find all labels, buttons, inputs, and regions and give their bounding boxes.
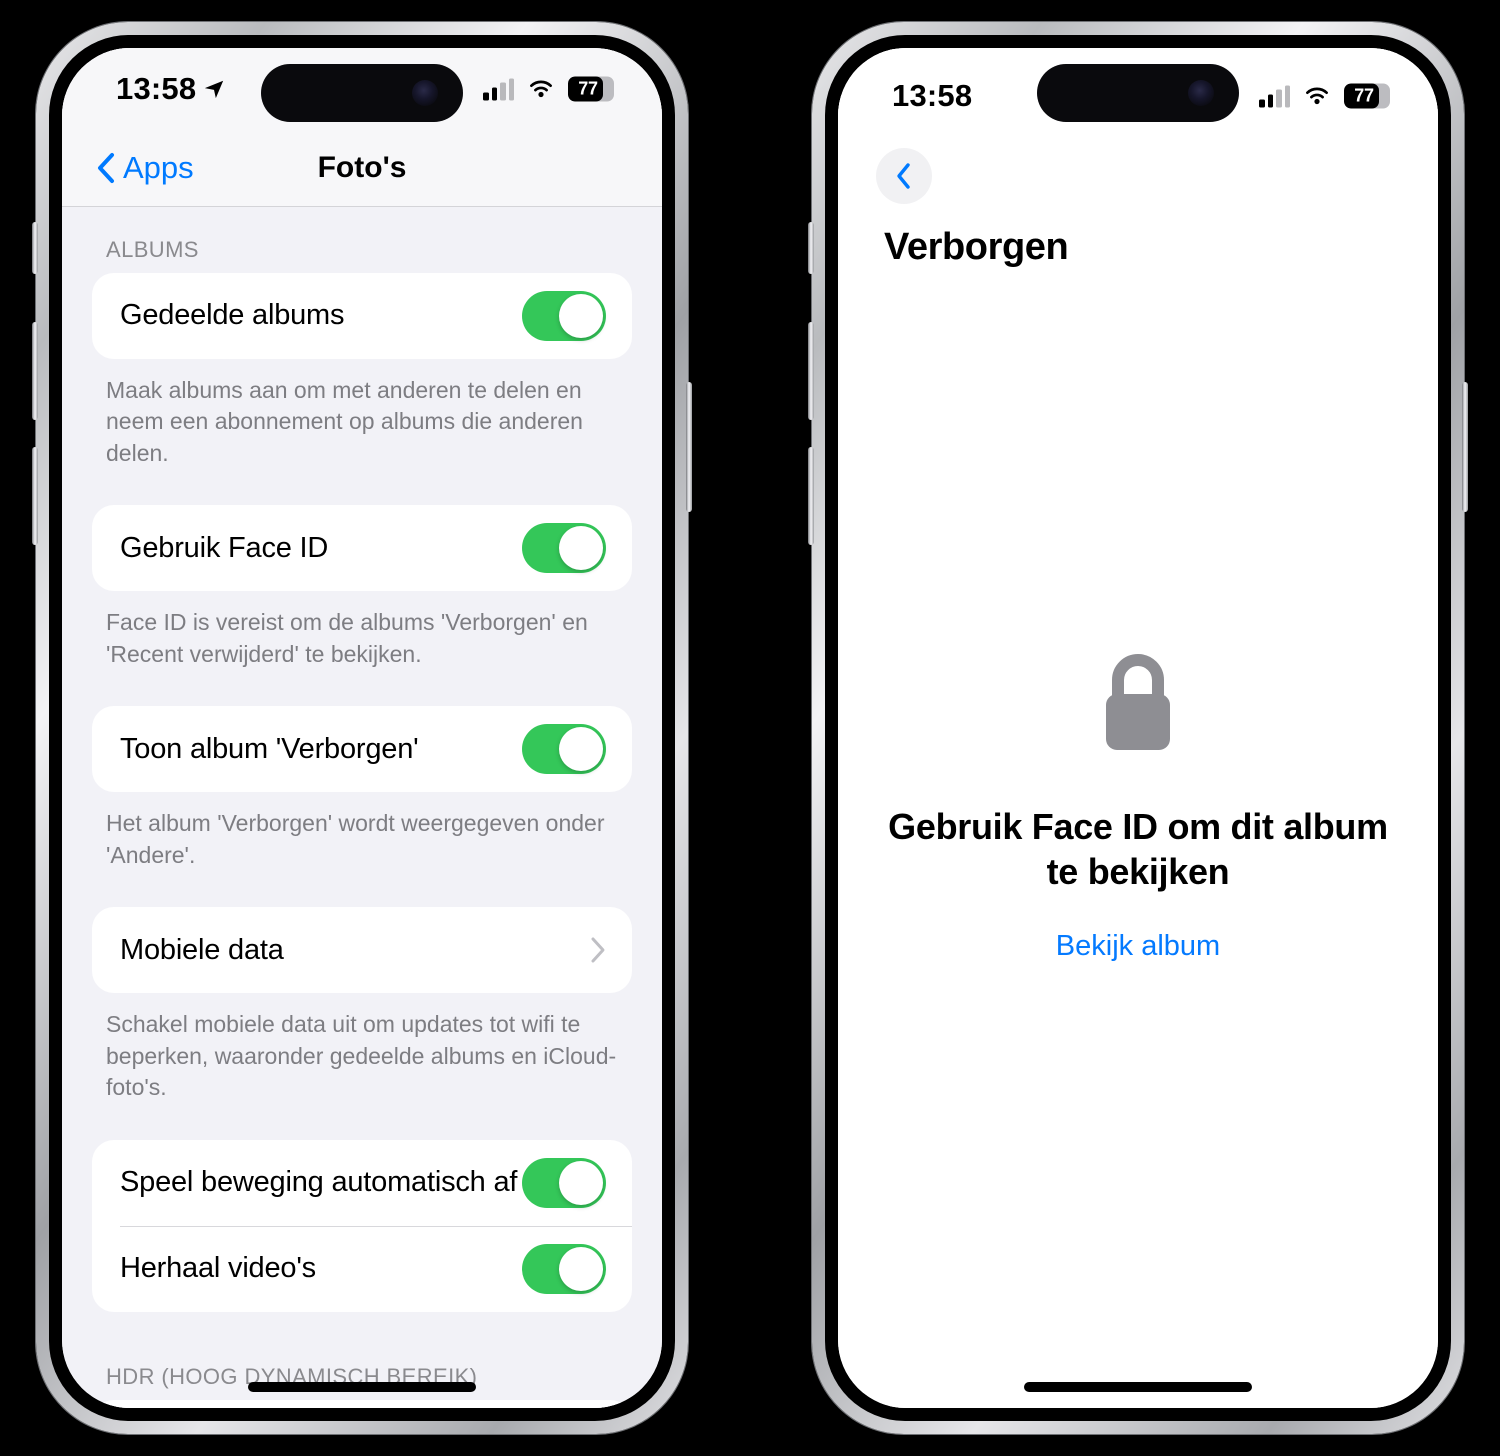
toggle-gedeelde-albums[interactable] xyxy=(522,290,606,341)
power-button[interactable] xyxy=(1462,382,1468,512)
silent-switch[interactable] xyxy=(32,222,38,274)
phone-right-device: 13:58 77 Verborgen Gebruik Face ID om di… xyxy=(808,22,1468,1434)
status-indicators: 77 xyxy=(1259,83,1390,109)
photos-settings-screen: 13:58 77 Apps Foto's ALBUMS Gedeelde alb… xyxy=(62,48,662,1408)
location-arrow-icon xyxy=(205,81,224,99)
row-mobiele-data[interactable]: Mobiele data xyxy=(92,907,632,993)
toggle-herhaal-videos[interactable] xyxy=(522,1243,606,1294)
dynamic-island xyxy=(1037,64,1239,122)
status-time-group: 13:58 xyxy=(892,78,972,114)
row-label: Herhaal video's xyxy=(120,1252,316,1285)
settings-list[interactable]: ALBUMS Gedeelde albums Maak albums aan o… xyxy=(62,207,662,1408)
chevron-right-icon xyxy=(591,937,605,963)
back-button[interactable] xyxy=(876,148,932,204)
status-time: 13:58 xyxy=(892,78,973,113)
toggle-toon-album-verborgen[interactable] xyxy=(522,724,606,775)
silent-switch[interactable] xyxy=(808,222,814,274)
settings-card: Speel beweging automatisch af Herhaal vi… xyxy=(92,1139,632,1312)
volume-up-button[interactable] xyxy=(808,322,814,420)
battery-percent: 77 xyxy=(1354,85,1374,106)
back-label: Apps xyxy=(123,150,194,186)
footnote-mobiele-data: Schakel mobiele data uit om updates tot … xyxy=(106,1011,617,1101)
power-button[interactable] xyxy=(686,382,692,512)
footnote-gedeelde-albums: Maak albums aan om met anderen te delen … xyxy=(106,376,583,466)
chevron-left-icon xyxy=(98,153,114,184)
row-gebruik-face-id[interactable]: Gebruik Face ID xyxy=(92,505,632,591)
phone-right-bezel: 13:58 77 Verborgen Gebruik Face ID om di… xyxy=(825,35,1451,1421)
settings-card: Mobiele data xyxy=(92,907,632,994)
settings-card: Gedeelde albums xyxy=(92,272,632,359)
row-label: Mobiele data xyxy=(120,933,284,966)
hidden-nav-bar xyxy=(838,144,1438,204)
footnote-toon-album-verborgen: Het album 'Verborgen' wordt weergegeven … xyxy=(106,810,605,868)
phone-right-screen: 13:58 77 Verborgen Gebruik Face ID om di… xyxy=(838,48,1438,1408)
row-label: Gedeelde albums xyxy=(120,299,345,332)
row-label: Speel beweging automatisch af xyxy=(120,1166,518,1199)
settings-card: Ervaar volledig HDR xyxy=(92,1399,632,1408)
wifi-icon xyxy=(1306,87,1328,104)
row-toon-album-verborgen[interactable]: Toon album 'Verborgen' xyxy=(92,706,632,792)
phone-left-screen: 13:58 77 Apps Foto's ALBUMS Gedeelde alb… xyxy=(62,48,662,1408)
chevron-left-icon xyxy=(897,163,910,189)
page-title: Foto's xyxy=(317,151,407,185)
dynamic-island xyxy=(261,64,463,122)
status-bar-right: 13:58 77 xyxy=(838,48,1438,144)
toggle-knob xyxy=(559,1160,603,1205)
phone-left-bezel: 13:58 77 Apps Foto's ALBUMS Gedeelde alb… xyxy=(49,35,675,1421)
volume-down-button[interactable] xyxy=(32,447,38,545)
battery-icon: 77 xyxy=(568,76,614,102)
locked-album-content: Gebruik Face ID om dit album te bekijken… xyxy=(838,235,1438,1374)
wifi-icon xyxy=(530,80,552,98)
row-speel-beweging-automatisch-af[interactable]: Speel beweging automatisch af xyxy=(92,1140,632,1226)
view-album-link[interactable]: Bekijk album xyxy=(1056,930,1220,963)
settings-card: Gebruik Face ID xyxy=(92,505,632,592)
toggle-knob xyxy=(559,727,603,772)
toggle-knob xyxy=(559,526,603,571)
status-time-group: 13:58 xyxy=(116,71,225,107)
footnote-gebruik-face-id: Face ID is vereist om de albums 'Verborg… xyxy=(106,609,588,667)
home-indicator[interactable] xyxy=(1024,1382,1252,1392)
row-gedeelde-albums[interactable]: Gedeelde albums xyxy=(92,273,632,359)
toggle-knob xyxy=(559,293,603,338)
status-bar-left: 13:58 77 xyxy=(62,48,662,131)
phone-left-device: 13:58 77 Apps Foto's ALBUMS Gedeelde alb… xyxy=(32,22,692,1434)
cellular-signal-icon xyxy=(483,78,514,101)
settings-card: Toon album 'Verborgen' xyxy=(92,706,632,793)
volume-up-button[interactable] xyxy=(32,322,38,420)
row-label: Toon album 'Verborgen' xyxy=(120,732,419,765)
screenshot-stage: 13:58 77 Apps Foto's ALBUMS Gedeelde alb… xyxy=(0,0,1500,1456)
lock-icon xyxy=(1106,654,1170,750)
locked-album-heading: Gebruik Face ID om dit album te bekijken xyxy=(888,806,1388,892)
cellular-signal-icon xyxy=(1259,85,1290,107)
volume-down-button[interactable] xyxy=(808,447,814,545)
row-label: Gebruik Face ID xyxy=(120,531,329,564)
row-herhaal-videos[interactable]: Herhaal video's xyxy=(92,1225,632,1312)
battery-percent: 77 xyxy=(578,78,598,99)
status-indicators: 77 xyxy=(483,76,614,102)
home-indicator[interactable] xyxy=(248,1382,476,1392)
toggle-gebruik-face-id[interactable] xyxy=(522,523,606,574)
hidden-album-screen: 13:58 77 Verborgen Gebruik Face ID om di… xyxy=(838,48,1438,1408)
front-camera-lens xyxy=(412,80,438,106)
toggle-speel-beweging-automatisch-af[interactable] xyxy=(522,1157,606,1208)
navigation-bar: Apps Foto's xyxy=(62,130,662,207)
front-camera-lens xyxy=(1188,80,1214,106)
back-to-apps-button[interactable]: Apps xyxy=(96,150,194,186)
status-time: 13:58 xyxy=(116,71,197,107)
toggle-knob xyxy=(559,1246,603,1291)
battery-icon: 77 xyxy=(1344,83,1390,109)
section-header-albums: ALBUMS xyxy=(106,236,199,262)
row-ervaar-volledig-hdr[interactable]: Ervaar volledig HDR xyxy=(92,1400,632,1408)
